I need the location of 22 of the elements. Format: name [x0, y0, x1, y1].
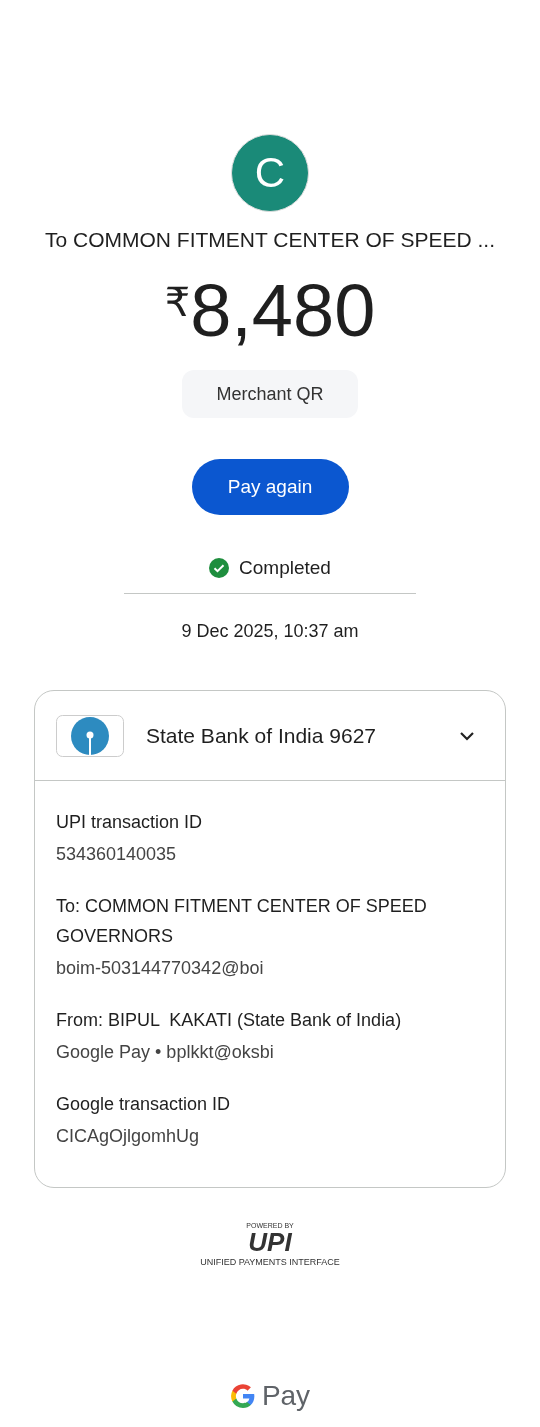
payee-name: To COMMON FITMENT CENTER OF SPEED ... — [45, 228, 495, 252]
payment-source-chip: Merchant QR — [182, 370, 358, 418]
upi-logo: UPI — [248, 1229, 292, 1255]
upi-tagline: UNIFIED PAYMENTS INTERFACE — [200, 1257, 340, 1268]
bank-account-name: State Bank of India 9627 — [146, 723, 377, 748]
g-logo-icon — [229, 1383, 256, 1409]
detail-label: To: COMMON FITMENT CENTER OF SPEED GOVERNORS — [56, 895, 428, 948]
detail-value: CICAgOjlgomhUg — [56, 1125, 201, 1148]
detail-value: 534360140035 — [56, 843, 178, 866]
transaction-date: 9 Dec 2025, 10:37 am — [181, 621, 359, 642]
detail-label: From: BIPUL KAKATI (State Bank of India) — [56, 1009, 403, 1032]
amount-value: 8,480 — [190, 274, 376, 348]
detail-value: Google Pay • bplkkt@oksbi — [56, 1041, 275, 1064]
pay-again-button[interactable]: Pay again — [191, 459, 349, 515]
detail-value: boim-503144770342@boi — [56, 957, 265, 980]
pay-wordmark: Pay — [261, 1380, 311, 1412]
currency-symbol: ₹ — [164, 282, 191, 322]
bank-logo-icon — [56, 714, 124, 757]
avatar: C — [231, 134, 309, 212]
detail-label: UPI transaction ID — [56, 811, 204, 834]
status-text: Completed — [239, 557, 331, 579]
detail-label: Google transaction ID — [56, 1093, 232, 1116]
